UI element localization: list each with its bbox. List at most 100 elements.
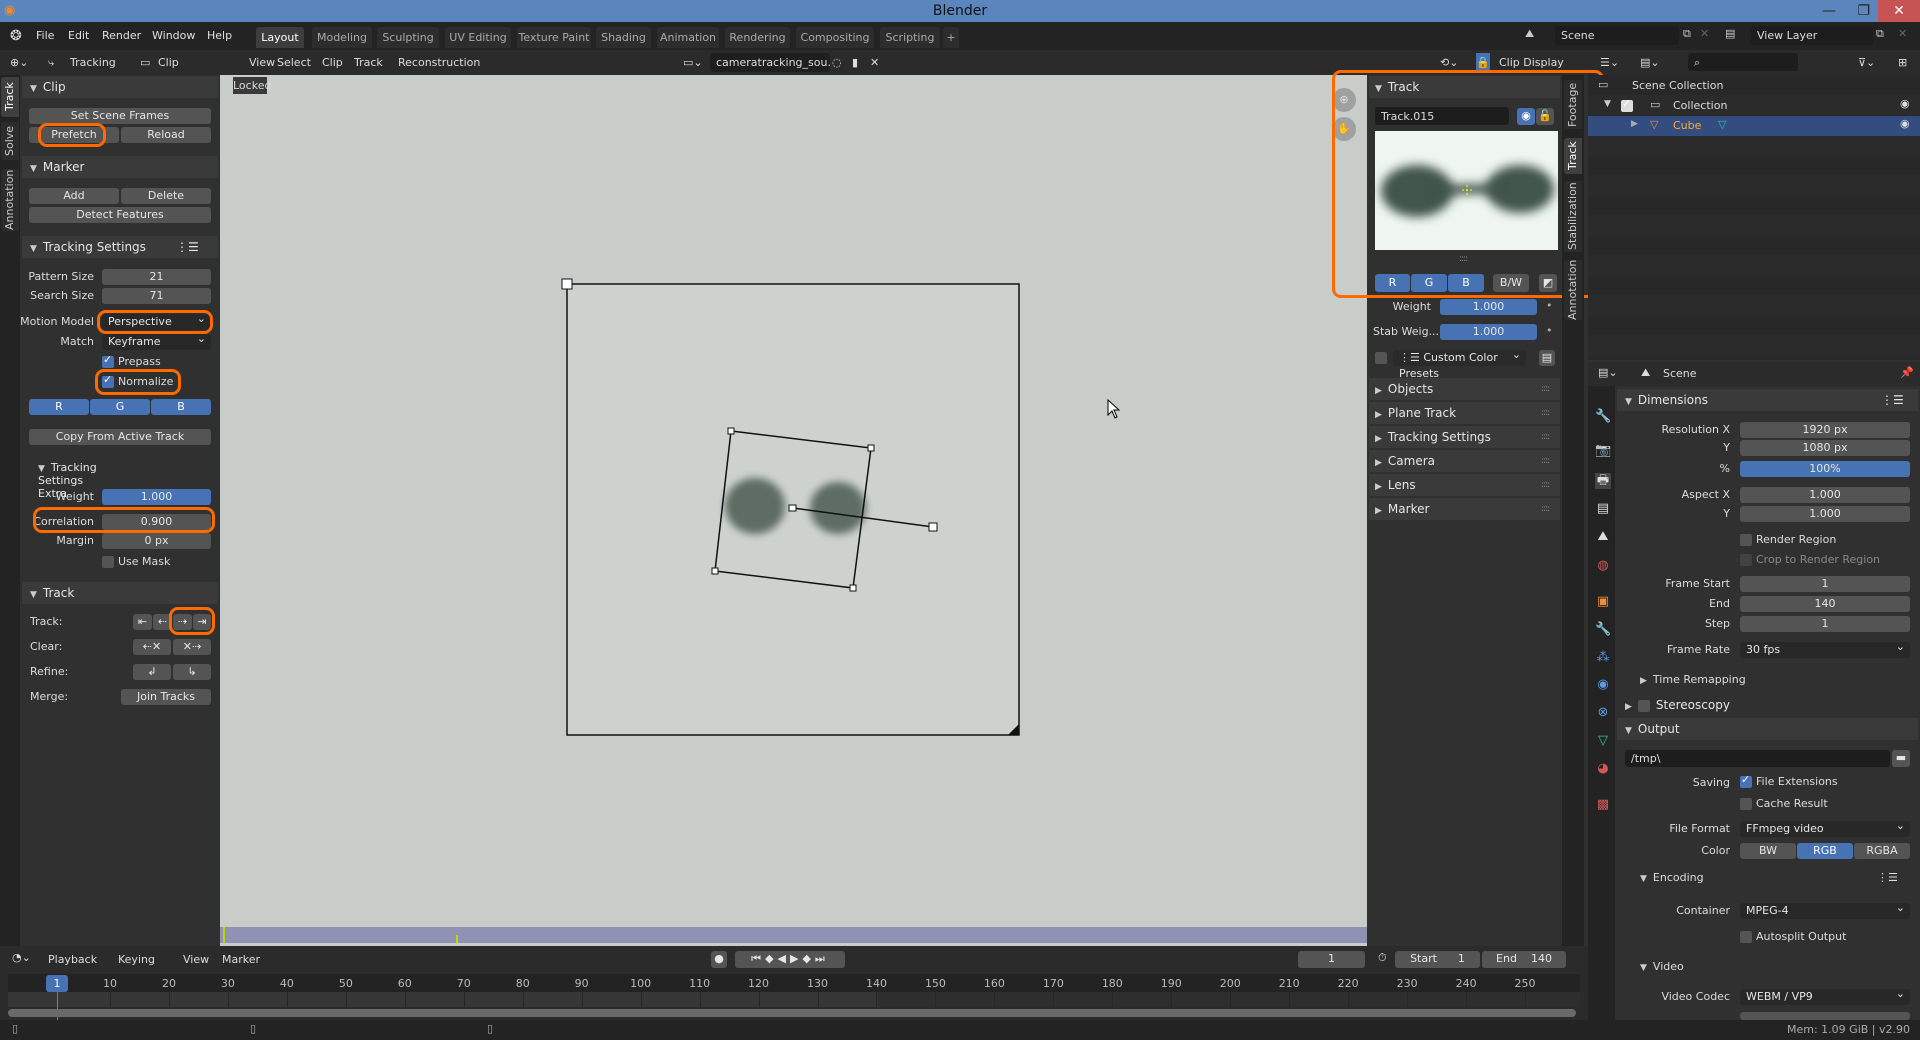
detect-features-button[interactable]: Detect Features xyxy=(29,207,211,223)
channel-b-toggle[interactable]: B xyxy=(151,399,211,415)
tab-solve[interactable]: Solve xyxy=(1,122,19,160)
sidebar-panel-camera[interactable]: ▶ Camera:::: xyxy=(1369,450,1560,472)
constraints-tab-icon[interactable]: ⊗ xyxy=(1595,705,1611,721)
end-frame-field[interactable]: End 140 xyxy=(1482,951,1566,968)
sidebar-weight-slider[interactable]: 1.000 xyxy=(1440,299,1537,315)
object-tab-icon[interactable]: ▣ xyxy=(1595,594,1611,610)
channel-r-toggle[interactable]: R xyxy=(29,399,89,415)
clear-before-button[interactable]: ⇠✕ xyxy=(133,639,171,655)
color-rgba-button[interactable]: RGBA xyxy=(1854,843,1910,859)
view-layer-selector[interactable]: View Layer xyxy=(1751,26,1873,45)
output-quality-field-partial[interactable] xyxy=(1740,1012,1910,1020)
delete-marker-button[interactable]: Delete xyxy=(121,188,211,204)
file-format-field[interactable]: FFmpeg video xyxy=(1740,818,1910,837)
pin-icon[interactable]: 📌 xyxy=(1900,366,1914,379)
search-area-corner-handle[interactable] xyxy=(561,278,573,290)
refine-forward-button[interactable]: ↳ xyxy=(173,664,211,680)
tab-stabilization[interactable]: Stabilization xyxy=(1564,181,1582,252)
use-mask-checkbox[interactable] xyxy=(102,556,114,568)
outliner-search-input[interactable]: ⌕ xyxy=(1688,53,1798,71)
container-field[interactable]: MPEG-4 xyxy=(1740,900,1910,919)
panel-header-track[interactable]: ▼ Track xyxy=(22,582,218,604)
workspace-tab-animation[interactable]: Animation xyxy=(657,27,719,48)
outliner-collection[interactable]: Collection xyxy=(1673,99,1727,112)
track-backwards-button[interactable]: ⇤ xyxy=(133,614,152,630)
tab-annotation[interactable]: Annotation xyxy=(1564,260,1582,320)
workspace-tab-shading[interactable]: Shading xyxy=(596,27,651,48)
clip-browse-icon[interactable]: ▭⌄ xyxy=(683,53,703,72)
cache-result-checkbox[interactable] xyxy=(1740,798,1752,810)
marker-center[interactable] xyxy=(788,504,797,512)
new-collection-icon[interactable]: ⊞ xyxy=(1898,53,1907,72)
panel-header-marker[interactable]: ▼ Marker xyxy=(22,156,218,178)
menu-clip[interactable]: Clip xyxy=(322,53,343,72)
keying-menu[interactable]: Keying xyxy=(118,953,155,966)
workspace-tab-texture-paint[interactable]: Texture Paint xyxy=(517,27,591,48)
new-scene-icon[interactable]: ⧉ xyxy=(1683,27,1691,41)
panel-header-stereoscopy[interactable]: ▶ Stereoscopy xyxy=(1617,694,1918,716)
fake-user-icon[interactable]: ◌ xyxy=(832,53,842,72)
aspect-x-field[interactable]: 1.000 xyxy=(1740,487,1910,503)
offset-handle[interactable] xyxy=(928,522,938,532)
copy-from-active-track-button[interactable]: Copy From Active Track xyxy=(29,429,211,445)
prepass-checkbox[interactable] xyxy=(102,353,114,368)
custom-color-checkbox[interactable] xyxy=(1375,352,1387,364)
menu-file[interactable]: File xyxy=(36,22,54,50)
close-button[interactable]: ✕ xyxy=(1878,0,1920,22)
file-extensions-checkbox[interactable] xyxy=(1740,773,1752,788)
set-scene-frames-button[interactable]: Set Scene Frames xyxy=(29,108,211,124)
refine-backward-button[interactable]: ↲ xyxy=(133,664,171,680)
autosplit-checkbox[interactable] xyxy=(1740,931,1752,943)
aspect-y-field[interactable]: 1.000 xyxy=(1740,506,1910,522)
sidebar-panel-plane-track[interactable]: ▶ Plane Track:::: xyxy=(1369,402,1560,424)
collection-expand-icon[interactable]: ▼ xyxy=(1604,99,1611,109)
keyframe-dot-icon[interactable]: • xyxy=(1546,324,1553,337)
add-preset-icon[interactable]: ▤ xyxy=(1539,350,1555,366)
search-size-field[interactable]: 71 xyxy=(102,288,211,304)
outliner-cube[interactable]: Cube xyxy=(1673,119,1701,132)
menu-help[interactable]: Help xyxy=(207,22,232,50)
playback-controls[interactable]: ⏮◆◀▶◆⏭ xyxy=(735,951,845,968)
clip-viewport[interactable]: Locked ⊕ ✋ xyxy=(220,75,1367,946)
folder-browse-icon[interactable]: ▬ xyxy=(1892,750,1910,767)
presets-icon[interactable]: ⋮☰ xyxy=(1877,871,1898,884)
menu-reconstruction[interactable]: Reconstruction xyxy=(398,53,480,72)
workspace-tab-modeling[interactable]: Modeling xyxy=(312,27,372,48)
output-path-input[interactable]: /tmp\ xyxy=(1625,750,1890,767)
record-button[interactable]: ● xyxy=(711,951,727,968)
workspace-tab-scripting[interactable]: Scripting xyxy=(880,27,940,48)
render-tab-icon[interactable]: 📷 xyxy=(1595,443,1611,459)
view-layer-icon[interactable]: ▤ xyxy=(1725,27,1735,40)
tab-track[interactable]: Track xyxy=(1,77,19,117)
maximize-button[interactable]: ❐ xyxy=(1857,0,1870,22)
menu-edit[interactable]: Edit xyxy=(68,22,89,50)
codec-field[interactable]: WEBM / VP9 xyxy=(1740,986,1910,1005)
sidebar-panel-objects[interactable]: ▶ Objects:::: xyxy=(1369,378,1560,400)
editor-type-icon[interactable]: ◔⌄ xyxy=(12,951,31,964)
start-frame-field[interactable]: Start 1 xyxy=(1395,951,1480,968)
panel-header-tracking-settings[interactable]: ▼ Tracking Settings ⋮☰ xyxy=(22,236,218,258)
modifier-tab-icon[interactable]: 🔧 xyxy=(1595,622,1611,638)
join-tracks-button[interactable]: Join Tracks xyxy=(121,689,211,705)
view-layer-tab-icon[interactable]: ▤ xyxy=(1595,501,1611,517)
step-field[interactable]: 1 xyxy=(1740,616,1910,632)
data-tab-icon[interactable]: ▽ xyxy=(1595,733,1611,749)
menu-render[interactable]: Render xyxy=(102,22,141,50)
filter-icon[interactable]: ⊽⌄ xyxy=(1858,53,1875,72)
subpanel-header-video[interactable]: ▼ Video xyxy=(1640,960,1684,973)
view-menu[interactable]: View xyxy=(183,953,209,966)
stereoscopy-checkbox[interactable] xyxy=(1637,699,1650,712)
scene-selector[interactable]: Scene xyxy=(1555,26,1679,45)
sidebar-panel-tracking-settings[interactable]: ▶ Tracking Settings:::: xyxy=(1369,426,1560,448)
pattern-size-field[interactable]: 21 xyxy=(102,269,211,285)
stab-weight-slider[interactable]: 1.000 xyxy=(1440,324,1537,340)
match-dropdown[interactable]: Keyframe xyxy=(102,331,211,350)
presets-icon[interactable]: ⋮☰ xyxy=(1881,389,1904,411)
panel-header-clip[interactable]: ▼ Clip xyxy=(22,76,218,98)
visibility-eye-icon[interactable]: ◉ xyxy=(1900,97,1910,110)
res-y-field[interactable]: 1080 px xyxy=(1740,440,1910,456)
render-region-checkbox[interactable] xyxy=(1740,534,1752,546)
collection-exclude-checkbox[interactable] xyxy=(1621,97,1633,112)
add-marker-button[interactable]: Add xyxy=(29,188,119,204)
workspace-tab-layout[interactable]: Layout xyxy=(256,27,304,48)
